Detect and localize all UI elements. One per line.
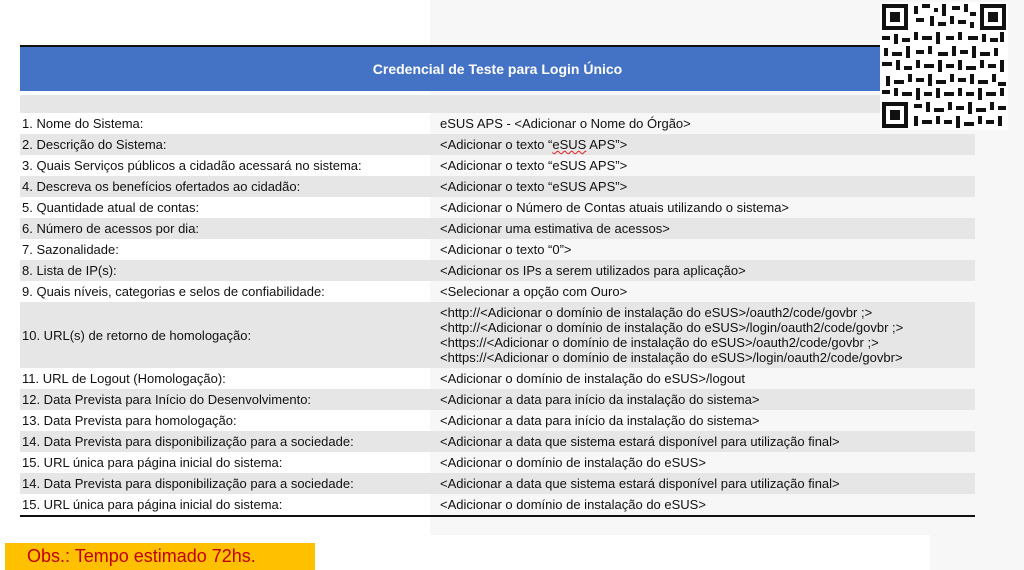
table-row: 8. Lista de IP(s): <Adicionar os IPs a s…: [20, 260, 975, 281]
callback-url: <http://<Adicionar o domínio de instalaç…: [440, 305, 873, 320]
table-row: 3. Quais Serviços públicos a cidadão ace…: [20, 155, 975, 176]
table-row: 7. Sazonalidade: <Adicionar o texto “0”>: [20, 239, 975, 260]
row-label: 14. Data Prevista para disponibilização …: [22, 434, 354, 449]
row-label: 4. Descreva os benefícios ofertados ao c…: [22, 179, 301, 194]
row-label: 11. URL de Logout (Homologação):: [22, 371, 226, 386]
spellcheck-mark: eSUS: [552, 137, 587, 152]
row-value: <Adicionar o texto “eSUS APS”>: [440, 137, 975, 152]
row-value: <Adicionar o Número de Contas atuais uti…: [440, 200, 790, 215]
row-label: 14. Data Prevista para disponibilização …: [22, 476, 354, 491]
row-label: 3. Quais Serviços públicos a cidadão ace…: [22, 158, 362, 173]
table-row: 12. Data Prevista para Início do Desenvo…: [20, 389, 975, 410]
table-row: 6. Número de acessos por dia: <Adicionar…: [20, 218, 975, 239]
time-estimate-note: Obs.: Tempo estimado 72hs.: [5, 543, 315, 570]
table-row: 5. Quantidade atual de contas: <Adiciona…: [20, 197, 975, 218]
row-value: <Adicionar a data para início da instala…: [440, 413, 760, 428]
table-row: 9. Quais níveis, categorias e selos de c…: [20, 281, 975, 302]
value-suffix: APS”>: [586, 137, 628, 152]
row-label: 1. Nome do Sistema:: [22, 116, 144, 131]
table-row: 2. Descrição do Sistema: <Adicionar o te…: [20, 134, 975, 155]
table-row: 14. Data Prevista para disponibilização …: [20, 473, 975, 494]
table-header: Credencial de Teste para Login Único: [20, 47, 975, 91]
table-row: 15. URL única para página inicial do sis…: [20, 452, 975, 473]
table-row: 14. Data Prevista para disponibilização …: [20, 431, 975, 452]
table-title: Credencial de Teste para Login Único: [372, 61, 623, 77]
row-label: 7. Sazonalidade:: [22, 242, 119, 257]
note-text: Obs.: Tempo estimado 72hs.: [27, 546, 256, 566]
row-label: 5. Quantidade atual de contas:: [22, 200, 200, 215]
row-value: <Adicionar o domínio de instalação do eS…: [440, 497, 706, 512]
value-prefix: <Adicionar o texto “: [440, 137, 553, 152]
credential-table: Credencial de Teste para Login Único 1. …: [20, 45, 975, 517]
row-value: <Adicionar a data que sistema estará dis…: [440, 476, 840, 491]
row-value: <Adicionar uma estimativa de acessos>: [440, 221, 670, 236]
callback-url: <http://<Adicionar o domínio de instalaç…: [440, 320, 904, 335]
table-row: 1. Nome do Sistema: eSUS APS - <Adiciona…: [20, 113, 975, 134]
qr-code-icon: [880, 2, 1008, 130]
row-value: <Adicionar os IPs a serem utilizados par…: [440, 263, 746, 278]
table-row: 4. Descreva os benefícios ofertados ao c…: [20, 176, 975, 197]
row-label: 15. URL única para página inicial do sis…: [22, 497, 283, 512]
row-value: <Adicionar o texto “eSUS APS”>: [440, 158, 628, 173]
table-row: 15. URL única para página inicial do sis…: [20, 494, 975, 515]
row-label: 15. URL única para página inicial do sis…: [22, 455, 283, 470]
row-label: 9. Quais níveis, categorias e selos de c…: [22, 284, 325, 299]
callback-url: <https://<Adicionar o domínio de instala…: [440, 335, 879, 350]
bottom-rule: [20, 515, 975, 517]
row-label: 2. Descrição do Sistema:: [22, 137, 167, 152]
callback-url: <https://<Adicionar o domínio de instala…: [440, 350, 903, 365]
row-label: 12. Data Prevista para Início do Desenvo…: [22, 392, 312, 407]
table-row: 11. URL de Logout (Homologação): <Adicio…: [20, 368, 975, 389]
row-label: 13. Data Prevista para homologação:: [22, 413, 237, 428]
row-value: <Adicionar a data para início da instala…: [440, 392, 760, 407]
table-row: 13. Data Prevista para homologação: <Adi…: [20, 410, 975, 431]
row-label: 6. Número de acessos por dia:: [22, 221, 200, 236]
row-value: <Adicionar o texto “0”>: [440, 242, 572, 257]
row-value: <Adicionar o texto “eSUS APS”>: [440, 179, 628, 194]
row-value: <Adicionar o domínio de instalação do eS…: [440, 455, 706, 470]
header-spacer-band: [20, 95, 975, 113]
row-value-list: <http://<Adicionar o domínio de instalaç…: [440, 305, 975, 365]
row-value: <Adicionar o domínio de instalação do eS…: [440, 371, 745, 386]
table-row: 10. URL(s) de retorno de homologação: <h…: [20, 302, 975, 368]
row-value: <Selecionar a opção com Ouro>: [440, 284, 628, 299]
row-label: 8. Lista de IP(s):: [22, 263, 117, 278]
row-value: <Adicionar a data que sistema estará dis…: [440, 434, 840, 449]
row-label: 10. URL(s) de retorno de homologação:: [22, 327, 252, 343]
